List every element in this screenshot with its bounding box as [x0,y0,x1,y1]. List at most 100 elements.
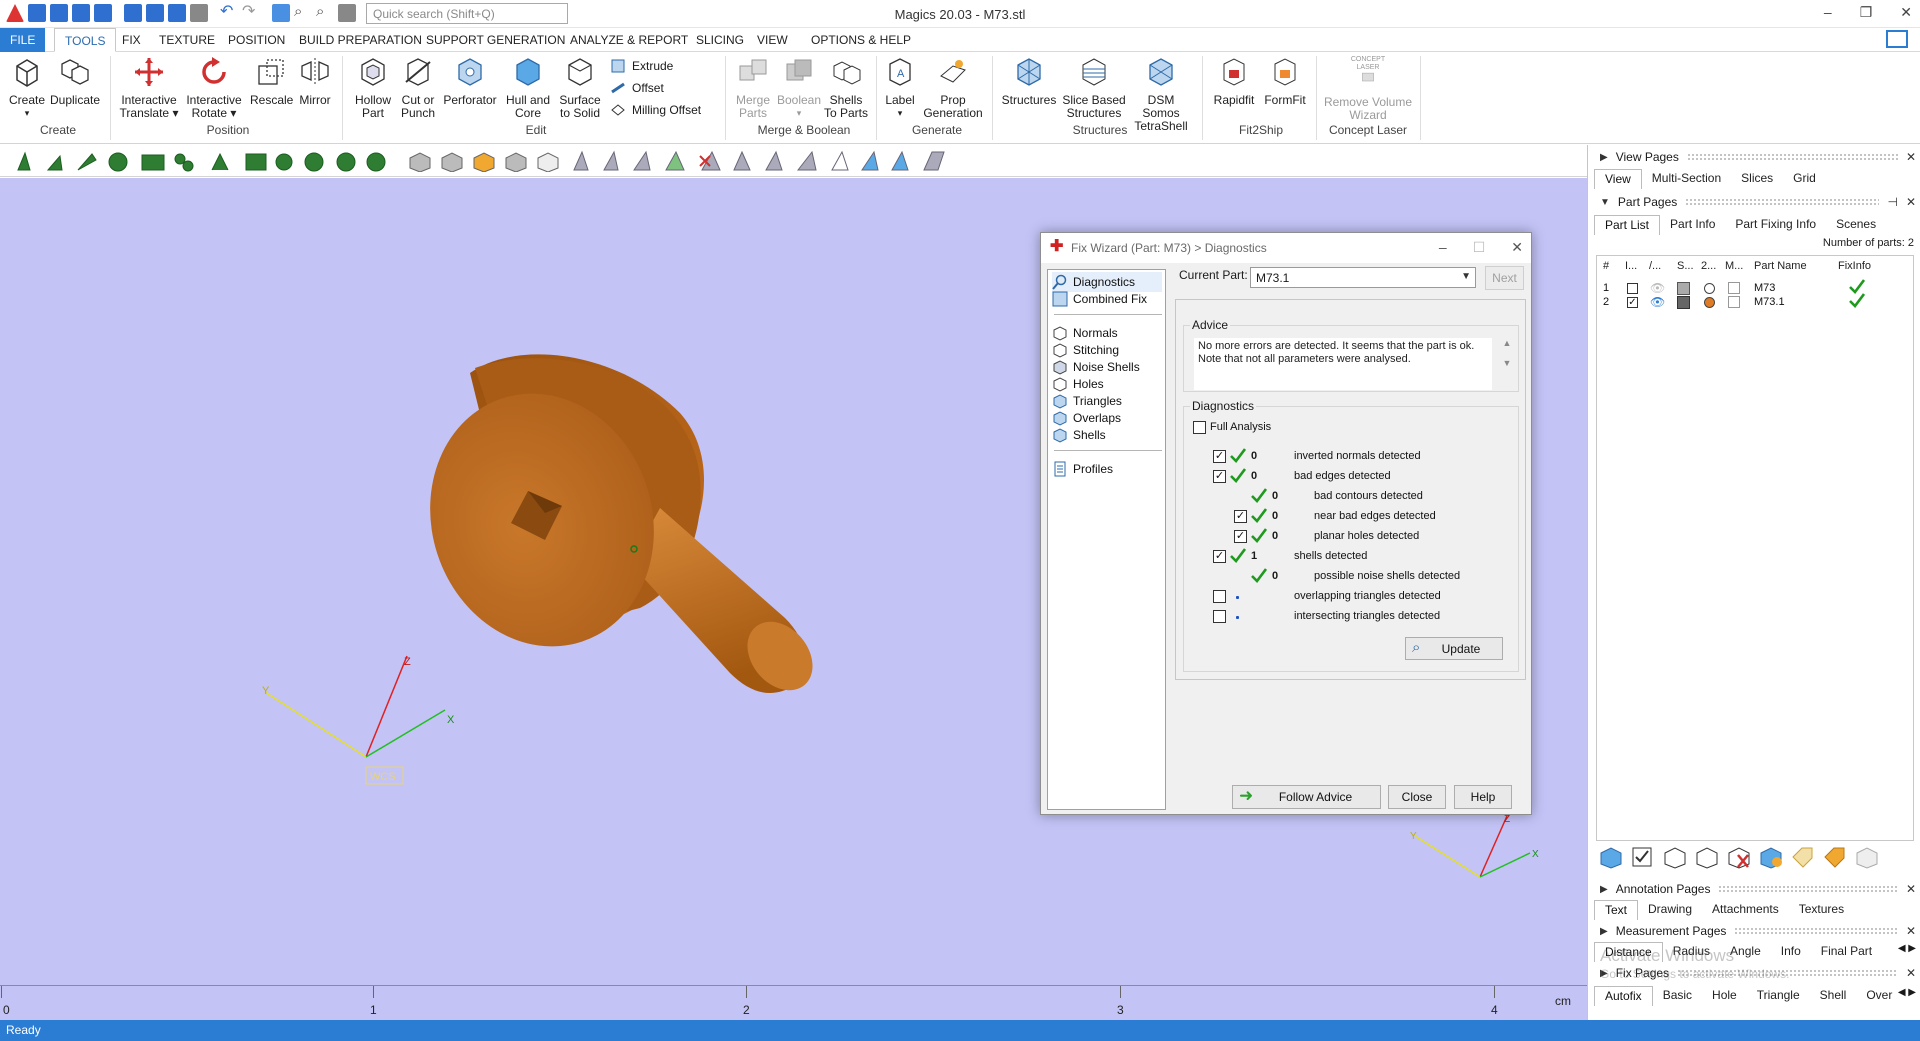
tab-position[interactable]: POSITION [218,28,295,52]
tab-slices[interactable]: Slices [1731,169,1783,189]
shade-icon[interactable] [1677,296,1690,309]
col-header-visibility[interactable]: /... [1649,260,1661,272]
shade-icon[interactable] [1677,282,1690,295]
tab-textures[interactable]: Textures [1789,900,1854,920]
col-header-number[interactable]: # [1603,260,1609,272]
tab-attachments[interactable]: Attachments [1702,900,1789,920]
hollow-part-button[interactable]: Hollow Part [350,56,396,120]
tab-tools[interactable]: TOOLS [54,28,117,52]
tab-part-info[interactable]: Part Info [1660,215,1725,235]
col-header-part-name[interactable]: Part Name [1754,260,1807,272]
select-all-icon[interactable] [1630,845,1656,869]
merge-parts-button[interactable]: Merge Parts [730,56,776,120]
help-button[interactable]: Help [1454,785,1512,809]
part-pages-header[interactable]: ▼ Part Pages ⊣ ✕ [1600,193,1916,211]
disabled-part-icon[interactable] [1854,845,1880,869]
remove-volume-wizard-button[interactable]: CONCEPT LASER Remove Volume Wizard [1322,56,1414,122]
tab-shell[interactable]: Shell [1810,986,1857,1006]
tab-grid[interactable]: Grid [1783,169,1826,189]
pin-icon[interactable]: ⊣ [1887,195,1897,209]
extrude-button[interactable]: Extrude [610,58,673,74]
close-button[interactable]: Close [1388,785,1446,809]
diag-checkbox[interactable]: ✓ [1213,470,1226,483]
group-parts-icon[interactable] [1758,845,1784,869]
layout-icon[interactable] [1886,30,1908,48]
slice-based-structures-button[interactable]: Slice Based Structures [1062,56,1126,120]
part-model[interactable] [379,354,826,703]
label-tag-icon[interactable] [1822,845,1848,869]
rescale-button[interactable]: Rescale [250,56,293,107]
label-button[interactable]: A Label ▾ [882,56,918,120]
tab-autofix[interactable]: Autofix [1594,986,1653,1006]
annotation-pages-header[interactable]: ▶ Annotation Pages ✕ [1600,880,1916,898]
tab-analyze-report[interactable]: ANALYZE & REPORT [560,28,698,52]
advice-scrollbar[interactable]: ▲ ▼ [1500,338,1514,390]
dialog-close-button[interactable]: ✕ [1511,239,1523,256]
close-icon[interactable]: ✕ [1906,966,1916,980]
close-icon[interactable]: ✕ [1906,195,1916,209]
dsm-somos-tetrashell-button[interactable]: DSM Somos TetraShell [1128,56,1194,133]
tab-drawing[interactable]: Drawing [1638,900,1702,920]
row-include-checkbox[interactable] [1627,283,1638,294]
close-icon[interactable]: ✕ [1906,150,1916,164]
surface-to-solid-button[interactable]: Surface to Solid [556,56,604,120]
shells-to-parts-button[interactable]: Shells To Parts [824,56,868,120]
structures-button[interactable]: Structures [998,56,1060,107]
tab-scroll-arrows[interactable]: ◀ ▶ [1898,943,1916,954]
hull-and-core-button[interactable]: Hull and Core [502,56,554,120]
tab-build-preparation[interactable]: BUILD PREPARATION [289,28,432,52]
tab-final-part[interactable]: Final Part [1811,942,1882,962]
mirror-button[interactable]: Mirror [296,56,334,107]
formfit-button[interactable]: FormFit [1262,56,1308,107]
nav-profiles[interactable]: Profiles [1052,459,1162,479]
col-header-i[interactable]: I... [1625,260,1637,272]
update-button[interactable]: ⌕ Update [1405,637,1503,660]
col-header-2[interactable]: 2... [1701,260,1716,272]
full-analysis-checkbox[interactable] [1193,421,1206,434]
tab-info[interactable]: Info [1771,942,1811,962]
tab-view[interactable]: VIEW [747,28,798,52]
diag-checkbox[interactable] [1213,610,1226,623]
tab-text[interactable]: Text [1594,900,1639,920]
selection-tools-strip[interactable] [12,150,952,172]
tab-triangle[interactable]: Triangle [1747,986,1810,1006]
create-button[interactable]: Create ▾ [8,56,46,120]
perforator-button[interactable]: Perforator [442,56,498,107]
col-header-fixinfo[interactable]: FixInfo [1838,260,1871,272]
minimize-button[interactable]: – [1824,4,1832,21]
tab-file[interactable]: FILE [0,28,46,52]
tab-basic[interactable]: Basic [1653,986,1702,1006]
measurement-pages-header[interactable]: ▶ Measurement Pages ✕ [1600,922,1916,940]
current-part-select[interactable]: M73.1 ▼ [1250,267,1476,288]
diag-checkbox[interactable]: ✓ [1234,530,1247,543]
col-header-s[interactable]: S... [1677,260,1694,272]
diag-checkbox[interactable]: ✓ [1234,510,1247,523]
rapidfit-button[interactable]: Rapidfit [1208,56,1260,107]
tab-scroll-arrows[interactable]: ◀ ▶ [1898,987,1916,998]
tab-hole[interactable]: Hole [1702,986,1747,1006]
milling-offset-button[interactable]: Milling Offset [610,102,701,118]
diag-checkbox[interactable]: ✓ [1213,550,1226,563]
tab-part-fixing-info[interactable]: Part Fixing Info [1725,215,1826,235]
interactive-translate-button[interactable]: Interactive Translate ▾ [118,56,180,120]
maximize-button[interactable]: ❐ [1860,4,1873,21]
tab-texture[interactable]: TEXTURE [149,28,225,52]
tab-slicing[interactable]: SLICING [686,28,754,52]
offset-button[interactable]: Offset [610,80,664,96]
close-icon[interactable]: ✕ [1906,882,1916,896]
nav-shells[interactable]: Shells [1052,425,1162,445]
dialog-maximize-button[interactable]: ☐ [1473,239,1486,256]
prop-generation-button[interactable]: Prop Generation [922,56,984,120]
tab-options-help[interactable]: OPTIONS & HELP [801,28,921,52]
tab-part-list[interactable]: Part List [1594,215,1661,235]
tab-fix[interactable]: FIX [112,28,151,52]
interactive-rotate-button[interactable]: Interactive Rotate ▾ [184,56,244,120]
row-part-name[interactable]: M73.1 [1754,296,1785,308]
tab-scenes[interactable]: Scenes [1826,215,1886,235]
tab-multi-section[interactable]: Multi-Section [1642,169,1731,189]
duplicate-button[interactable]: Duplicate [50,56,100,107]
tab-over[interactable]: Over [1856,986,1902,1006]
diag-checkbox[interactable]: ✓ [1213,450,1226,463]
close-icon[interactable]: ✕ [1906,924,1916,938]
tag-icon[interactable] [1790,845,1816,869]
